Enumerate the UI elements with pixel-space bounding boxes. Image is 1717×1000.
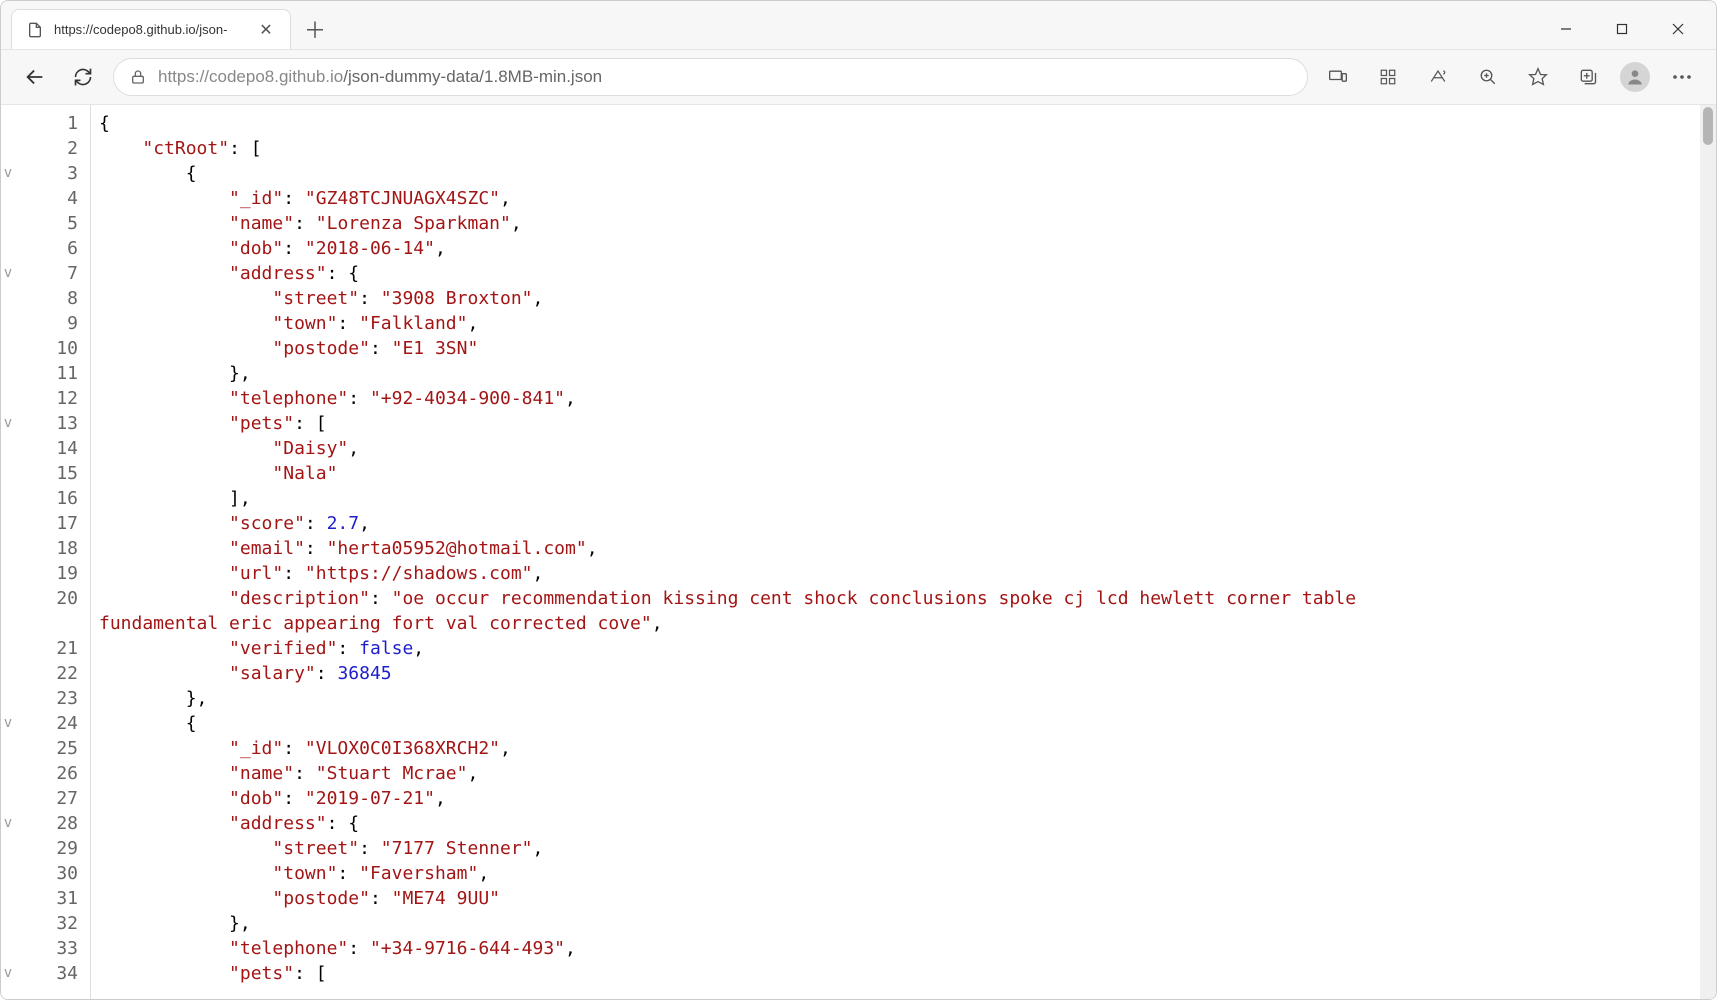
line-number: 9	[15, 311, 78, 336]
line-number: 6	[15, 236, 78, 261]
line-number: 24	[15, 711, 78, 736]
line-number: 14	[15, 436, 78, 461]
line-number: 10	[15, 336, 78, 361]
line-number: 26	[15, 761, 78, 786]
tab-close-button[interactable]: ✕	[256, 20, 276, 40]
devices-icon[interactable]	[1320, 59, 1356, 95]
file-icon	[26, 21, 44, 39]
favorite-icon[interactable]	[1520, 59, 1556, 95]
more-menu-icon[interactable]	[1664, 59, 1700, 95]
line-number: 23	[15, 686, 78, 711]
maximize-button[interactable]	[1594, 9, 1650, 49]
refresh-button[interactable]	[65, 59, 101, 95]
line-number: 27	[15, 786, 78, 811]
line-number: 20	[15, 586, 78, 611]
tab-bar: https://codepo8.github.io/json- ✕ ＋	[1, 1, 1716, 49]
json-content[interactable]: { "ctRoot": [ { "_id": "GZ48TCJNUAGX4SZC…	[91, 105, 1700, 999]
back-button[interactable]	[17, 59, 53, 95]
tab-title: https://codepo8.github.io/json-	[54, 22, 246, 37]
line-number: 7	[15, 261, 78, 286]
line-number: 34	[15, 961, 78, 986]
fold-toggle[interactable]: v	[1, 411, 15, 436]
fold-gutter: v v v v v v	[1, 105, 15, 999]
browser-window: https://codepo8.github.io/json- ✕ ＋	[0, 0, 1717, 1000]
line-number: 4	[15, 186, 78, 211]
vertical-scrollbar[interactable]	[1700, 105, 1716, 999]
line-number: 12	[15, 386, 78, 411]
toolbar-right	[1320, 59, 1700, 95]
app-grid-icon[interactable]	[1370, 59, 1406, 95]
fold-toggle[interactable]: v	[1, 161, 15, 186]
lock-icon	[130, 69, 146, 85]
line-number: 17	[15, 511, 78, 536]
line-number: 31	[15, 886, 78, 911]
line-number: 29	[15, 836, 78, 861]
zoom-icon[interactable]	[1470, 59, 1506, 95]
line-number: 18	[15, 536, 78, 561]
line-number: 13	[15, 411, 78, 436]
toolbar: https://codepo8.github.io/json-dummy-dat…	[1, 49, 1716, 105]
line-number: 1	[15, 111, 78, 136]
window-controls	[1538, 9, 1706, 49]
browser-tab[interactable]: https://codepo8.github.io/json- ✕	[11, 9, 291, 49]
fold-toggle[interactable]: v	[1, 711, 15, 736]
line-number: 19	[15, 561, 78, 586]
line-number: 30	[15, 861, 78, 886]
line-number: 21	[15, 636, 78, 661]
fold-toggle[interactable]: v	[1, 261, 15, 286]
line-number: 32	[15, 911, 78, 936]
url-host: https://codepo8.github.io	[158, 67, 343, 86]
line-number-gutter: 1234567891011121314151617181920 21222324…	[15, 105, 91, 999]
line-number: 16	[15, 486, 78, 511]
line-number: 11	[15, 361, 78, 386]
fold-toggle[interactable]: v	[1, 961, 15, 986]
line-number: 3	[15, 161, 78, 186]
line-number: 28	[15, 811, 78, 836]
line-number: 2	[15, 136, 78, 161]
fold-toggle[interactable]: v	[1, 811, 15, 836]
line-number: 8	[15, 286, 78, 311]
profile-avatar[interactable]	[1620, 62, 1650, 92]
line-number: 22	[15, 661, 78, 686]
url-path: /json-dummy-data/1.8MB-min.json	[343, 67, 602, 86]
minimize-button[interactable]	[1538, 9, 1594, 49]
line-number: 15	[15, 461, 78, 486]
line-number: 33	[15, 936, 78, 961]
collections-icon[interactable]	[1570, 59, 1606, 95]
line-number: 25	[15, 736, 78, 761]
close-window-button[interactable]	[1650, 9, 1706, 49]
scrollbar-thumb[interactable]	[1703, 107, 1713, 145]
read-aloud-icon[interactable]	[1420, 59, 1456, 95]
new-tab-button[interactable]: ＋	[297, 11, 333, 47]
line-number: 5	[15, 211, 78, 236]
url-text: https://codepo8.github.io/json-dummy-dat…	[158, 67, 1291, 87]
json-viewer: v v v v v v 1234567891011121314151617181…	[1, 105, 1716, 999]
address-bar[interactable]: https://codepo8.github.io/json-dummy-dat…	[113, 58, 1308, 96]
